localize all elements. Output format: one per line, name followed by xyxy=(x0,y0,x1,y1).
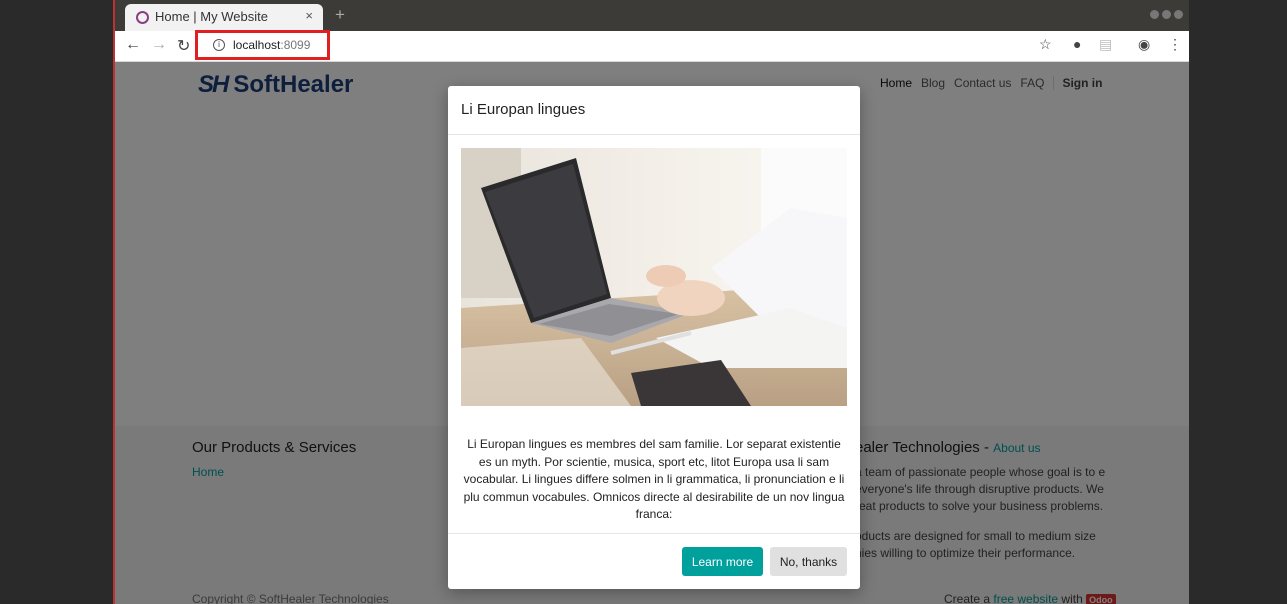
desktop-right xyxy=(1189,0,1287,604)
tab-title: Home | My Website xyxy=(155,9,268,24)
learn-more-button[interactable]: Learn more xyxy=(682,547,763,576)
modal-divider-bottom xyxy=(448,533,860,534)
reload-icon[interactable]: ↻ xyxy=(177,36,190,56)
window-controls xyxy=(1150,10,1183,19)
address-bar[interactable]: i localhost:8099 xyxy=(195,30,330,60)
tab-close-icon[interactable]: × xyxy=(305,8,313,23)
browser-tab[interactable]: Home | My Website × xyxy=(125,4,323,31)
modal-body-text: Li Europan lingues es membres del sam fa… xyxy=(463,437,845,521)
back-icon[interactable]: ← xyxy=(125,36,141,54)
modal-divider-top xyxy=(448,134,860,135)
url-host: localhost xyxy=(233,38,281,52)
menu-dots-icon[interactable]: ⋮ xyxy=(1168,36,1182,53)
no-thanks-button[interactable]: No, thanks xyxy=(770,547,847,576)
modal-title: Li Europan lingues xyxy=(461,101,586,118)
site-favicon-icon xyxy=(136,11,149,24)
maximize-icon[interactable] xyxy=(1162,10,1171,19)
forward-icon[interactable]: → xyxy=(151,36,167,54)
desktop-left xyxy=(0,0,113,604)
info-icon[interactable]: i xyxy=(213,39,225,51)
bookmark-star-icon[interactable]: ☆ xyxy=(1039,36,1052,53)
browser-toolbar: ← → ↻ i localhost:8099 ☆ ● ▤ ◉ ⋮ xyxy=(115,30,1189,62)
profile-icon[interactable]: ◉ xyxy=(1138,36,1150,53)
url-port: :8099 xyxy=(280,38,311,52)
browser-window: Home | My Website × + ← → ↻ i localhost:… xyxy=(113,0,1189,604)
new-tab-icon[interactable]: + xyxy=(335,5,345,25)
laptop-photo xyxy=(461,148,847,406)
extension-2-icon[interactable]: ▤ xyxy=(1099,36,1112,53)
popup-modal: Li Europan lingues Li Europan lingues es… xyxy=(448,86,860,589)
minimize-icon[interactable] xyxy=(1150,10,1159,19)
close-window-icon[interactable] xyxy=(1174,10,1183,19)
title-bar: Home | My Website × + xyxy=(115,0,1189,31)
extension-icon[interactable]: ● xyxy=(1073,36,1081,52)
url-text[interactable]: localhost:8099 xyxy=(233,38,310,52)
